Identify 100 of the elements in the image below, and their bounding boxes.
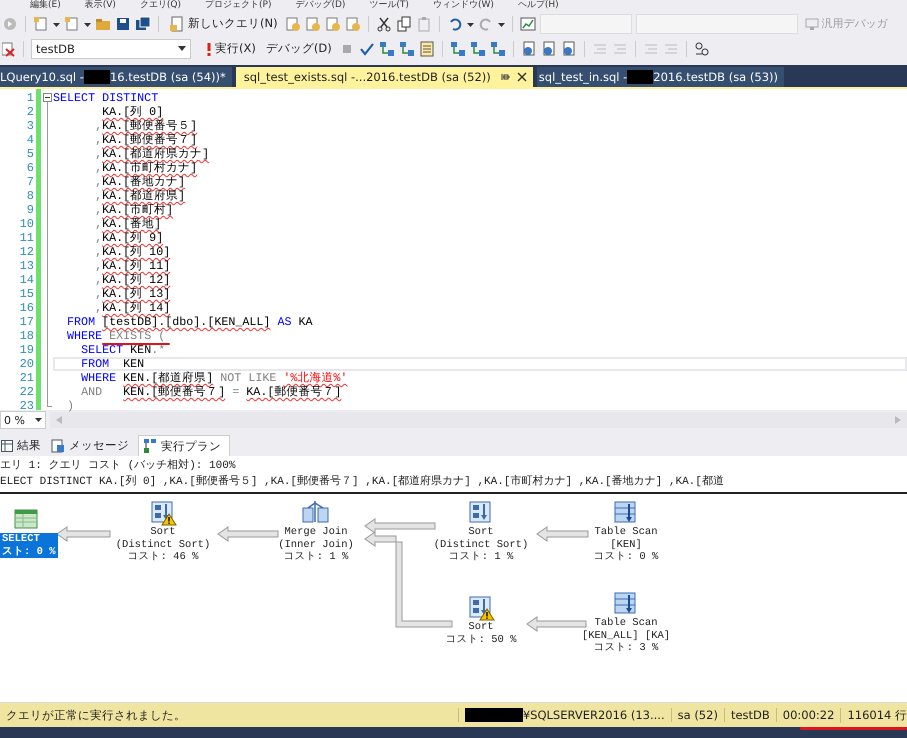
operator-label[interactable]: SELECT スト: 0 % <box>0 533 58 558</box>
line-number: 17 <box>18 315 35 329</box>
menu-item[interactable]: 編集(E) <box>30 0 61 11</box>
operator-label[interactable]: Table Scan [KEN] コスト: 0 % <box>592 526 660 564</box>
new-query-button[interactable]: 新しいクエリ(N) <box>166 12 281 34</box>
code-token: KEN <box>130 343 152 357</box>
db-doc-icon[interactable] <box>284 16 301 32</box>
debug-button[interactable]: デバッグ(D) <box>262 38 335 60</box>
redaction-bar <box>464 708 523 722</box>
code-token: , <box>95 273 102 287</box>
elapsed-time: 00:00:22 <box>776 708 840 722</box>
line-number: 18 <box>18 329 35 343</box>
line-number: 10 <box>18 217 35 231</box>
line-number: 9 <box>26 203 35 217</box>
code-token: KA.[番地カナ] <box>102 175 186 189</box>
plan-icon[interactable] <box>450 40 466 56</box>
plan-icon[interactable] <box>378 40 395 56</box>
result-tab[interactable]: 実行プラン <box>138 435 230 456</box>
clipboard-icon[interactable] <box>416 16 432 32</box>
document-tab[interactable]: sql_test_in.sql - 2016.testDB (sa (53)) <box>536 67 784 87</box>
dropdown-field[interactable] <box>540 14 632 34</box>
line-number: 4 <box>26 133 35 147</box>
save-icon[interactable] <box>115 16 131 32</box>
code-token: EXISTS ( <box>109 329 166 343</box>
menu-item[interactable]: ウィンドウ(W) <box>432 0 494 11</box>
copy-icon[interactable] <box>396 16 412 32</box>
code-token: , <box>95 133 102 147</box>
code-token: KA.[列 10] <box>102 245 170 259</box>
code-token: KA.[市町村カナ] <box>102 161 198 175</box>
code-token: KEN.[都道府県] <box>123 371 214 385</box>
doc-lines-icon[interactable] <box>418 40 435 56</box>
code-token: , <box>95 147 102 161</box>
code-token: WHERE <box>81 371 116 385</box>
code-token: , <box>95 203 102 217</box>
pin-icon[interactable] <box>500 72 511 82</box>
db-doc-icon[interactable] <box>344 16 361 32</box>
zoom-dropdown[interactable]: 0 % <box>0 411 46 429</box>
code-token: SELECT DISTINCT <box>53 91 158 105</box>
new-item-icon[interactable] <box>64 16 80 32</box>
line-number: 8 <box>26 189 35 203</box>
db-doc-icon[interactable] <box>540 40 557 56</box>
line-number: 15 <box>18 287 35 301</box>
scissors-icon[interactable] <box>376 16 392 32</box>
server-name: ¥SQLSERVER2016 (13.... <box>522 708 665 722</box>
annotation-underline <box>102 343 170 345</box>
operator-label[interactable]: Sort (Distinct Sort) コスト: 46 % <box>114 526 212 564</box>
monitor-icon <box>804 16 819 30</box>
document-error-icon[interactable] <box>2 40 16 56</box>
result-tab[interactable]: メッセージ <box>50 435 136 456</box>
code-token: AS <box>277 315 292 329</box>
close-icon[interactable] <box>516 72 527 82</box>
db-doc-icon[interactable] <box>520 40 537 56</box>
code-token: KEN.[郵便番号７] <box>123 385 226 399</box>
operator-label[interactable]: Merge Join (Inner Join) コスト: 1 % <box>276 526 356 564</box>
exclamation-icon <box>206 42 212 56</box>
document-tab[interactable]: LQuery10.sql - 16.testDB (sa (54))* <box>0 67 232 87</box>
flow-arrow <box>536 526 588 542</box>
operator-label[interactable]: Table Scan [KEN_ALL] [KA] コスト: 3 % <box>580 617 672 654</box>
operator-label[interactable]: Sort コスト: 50 % <box>444 621 518 646</box>
code-token: , <box>95 217 102 231</box>
database-dropdown[interactable]: testDB <box>31 38 191 58</box>
line-number: 23 <box>18 399 35 413</box>
menu-item[interactable]: クエリ(Q) <box>140 0 182 11</box>
code-token: KA.[都道府県カナ] <box>102 147 210 161</box>
sort-operator-icon[interactable] <box>149 500 177 526</box>
plan-icon[interactable] <box>490 40 506 56</box>
line-number: 16 <box>18 301 35 315</box>
document-tab[interactable]: sql_test_exists.sql -...2016.testDB (sa (52)) <box>236 67 533 87</box>
check-icon[interactable] <box>358 40 375 56</box>
code-token: SELECT <box>81 343 124 357</box>
new-item-icon[interactable] <box>33 16 49 32</box>
line-number: 20 <box>18 357 35 371</box>
plan-icon[interactable] <box>398 40 415 56</box>
plan-header-text: ELECT DISTINCT KA.[列 0] ,KA.[郵便番号５] ,KA.[郵便番号７] ,KA.[都道府県カナ] ,KA.[市町村カナ] ,KA.[番地カナ] ,KA.[都道 <box>0 474 725 490</box>
menu-item[interactable]: デバッグ(D) <box>295 0 346 11</box>
execute-button[interactable]: 実行(X) <box>203 38 259 60</box>
user-text: sa (52) <box>670 708 724 722</box>
line-number: 19 <box>18 343 35 357</box>
db-doc-icon[interactable] <box>560 40 577 56</box>
dropdown-field[interactable] <box>636 14 798 34</box>
flow-arrow <box>526 616 586 632</box>
document-icon <box>169 16 185 32</box>
flow-arrow <box>56 526 110 542</box>
operator-label[interactable]: Sort (Distinct Sort) コスト: 1 % <box>432 526 530 564</box>
chart-window-icon[interactable] <box>520 16 536 32</box>
save-all-icon[interactable] <box>135 16 151 32</box>
sort-operator-icon[interactable] <box>467 595 495 621</box>
line-number: 13 <box>18 259 35 273</box>
plan-icon[interactable] <box>470 40 486 56</box>
db-doc-icon[interactable] <box>304 16 321 32</box>
code-token: = <box>232 385 240 399</box>
caret-icon <box>35 418 42 422</box>
db-doc-icon[interactable] <box>324 16 341 32</box>
code-token: , <box>95 189 102 203</box>
menu-item[interactable]: ツール(T) <box>369 0 409 11</box>
collapse-icon[interactable] <box>43 93 52 102</box>
code-token: NOT LIKE <box>220 371 276 385</box>
result-tab[interactable]: 結果 <box>0 435 48 456</box>
line-number: 3 <box>26 119 35 133</box>
code-token: , <box>95 259 102 273</box>
